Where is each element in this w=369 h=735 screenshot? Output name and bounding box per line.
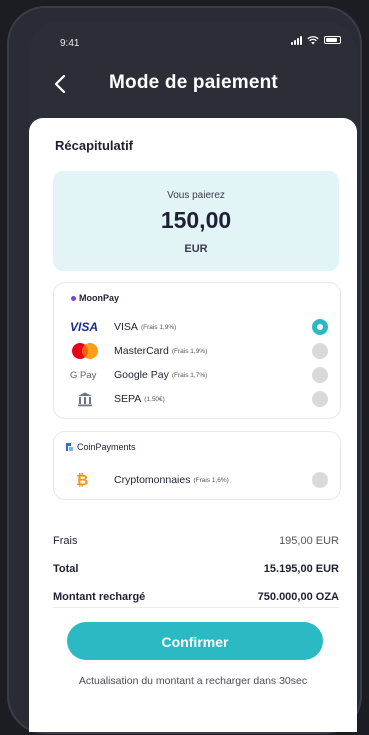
option-name: Google Pay <box>114 369 169 381</box>
bitcoin-icon: ₿ <box>70 471 102 489</box>
moonpay-brand-name: MoonPay <box>79 293 120 303</box>
top-bar: Mode de paiement <box>29 70 357 110</box>
moonpay-logo: MoonPay <box>71 293 119 303</box>
coinpayments-logo: CoinPayments <box>64 442 136 452</box>
visa-logo-icon: VISA <box>70 319 102 335</box>
visa-logo-text: VISA <box>70 320 99 334</box>
status-time: 9:41 <box>60 38 80 49</box>
option-fee: (Frais 1,7%) <box>171 371 208 379</box>
fees-value: 195,00 EUR <box>279 535 339 547</box>
radio-unselected[interactable] <box>312 343 328 359</box>
recharged-value: 750.000,00 OZA <box>257 591 339 603</box>
confirm-button[interactable]: Confirmer <box>67 622 323 660</box>
bitcoin-glyph: ₿ <box>76 471 89 489</box>
payment-card: Récapitulatif Vous paierez 150,00 EUR Mo… <box>29 118 357 732</box>
mastercard-logo-icon <box>70 343 102 359</box>
option-fee: (Frais 1,9%) <box>171 347 208 355</box>
coinpayments-brand-name: CoinPayments <box>77 442 136 452</box>
option-name: SEPA <box>114 393 142 405</box>
amount-currency: EUR <box>184 243 208 255</box>
summary-title: Récapitulatif <box>55 138 134 153</box>
radio-unselected[interactable] <box>312 472 328 488</box>
amount-box: Vous paierez 150,00 EUR <box>53 171 339 271</box>
moonpay-group: MoonPay VISA VISA (Frais 1,9%) MasterCar… <box>53 282 341 419</box>
total-row: Total 15.195,00 EUR <box>53 563 339 575</box>
status-icons <box>291 35 341 45</box>
page-title: Mode de paiement <box>109 72 278 93</box>
recharged-row: Montant rechargé 750.000,00 OZA <box>53 591 339 603</box>
fees-row: Frais 195,00 EUR <box>53 535 339 547</box>
radio-selected[interactable] <box>312 319 328 335</box>
coinpayments-group: CoinPayments ₿ Cryptomonnaies (Frais 1,6… <box>53 431 341 500</box>
wifi-icon <box>307 36 319 45</box>
option-fee: (1,50€) <box>144 395 165 403</box>
recharged-label: Montant rechargé <box>53 591 146 603</box>
option-name: MasterCard <box>114 345 169 357</box>
fees-label: Frais <box>53 535 78 547</box>
amount-value: 150,00 <box>160 207 232 233</box>
payment-option-crypto[interactable]: ₿ Cryptomonnaies (Frais 1,6%) <box>70 470 328 490</box>
app-screen: 9:41 Mode de paiement Récapitulatif Vous… <box>29 22 357 732</box>
google-pay-logo-text: G Pay <box>70 369 97 381</box>
radio-unselected[interactable] <box>312 391 328 407</box>
back-arrow-icon[interactable] <box>51 72 71 96</box>
amount-label: Vous paierez <box>167 190 225 201</box>
divider <box>53 607 339 608</box>
option-name: Cryptomonnaies <box>114 474 191 486</box>
phone-frame: 9:41 Mode de paiement Récapitulatif Vous… <box>7 6 362 734</box>
refresh-note: Actualisation du montant a recharger dan… <box>78 675 308 687</box>
option-fee: (Frais 1,9%) <box>140 323 177 331</box>
google-pay-logo-icon: G Pay <box>70 367 102 383</box>
bank-icon <box>70 391 102 407</box>
payment-option-mastercard[interactable]: MasterCard (Frais 1,9%) <box>70 341 328 361</box>
payment-option-sepa[interactable]: SEPA (1,50€) <box>70 389 328 409</box>
total-label: Total <box>53 563 79 575</box>
radio-unselected[interactable] <box>312 367 328 383</box>
option-fee: (Frais 1,6%) <box>193 476 229 484</box>
signal-icon <box>291 35 302 45</box>
option-name: VISA <box>114 321 138 333</box>
battery-icon <box>324 36 341 44</box>
moonpay-dot-icon <box>71 295 76 301</box>
payment-option-visa[interactable]: VISA VISA (Frais 1,9%) <box>70 317 328 337</box>
payment-option-google-pay[interactable]: G Pay Google Pay (Frais 1,7%) <box>70 365 328 385</box>
total-value: 15.195,00 EUR <box>263 563 339 575</box>
coinpayments-mark-icon <box>66 443 73 451</box>
status-bar: 9:41 <box>29 22 357 64</box>
